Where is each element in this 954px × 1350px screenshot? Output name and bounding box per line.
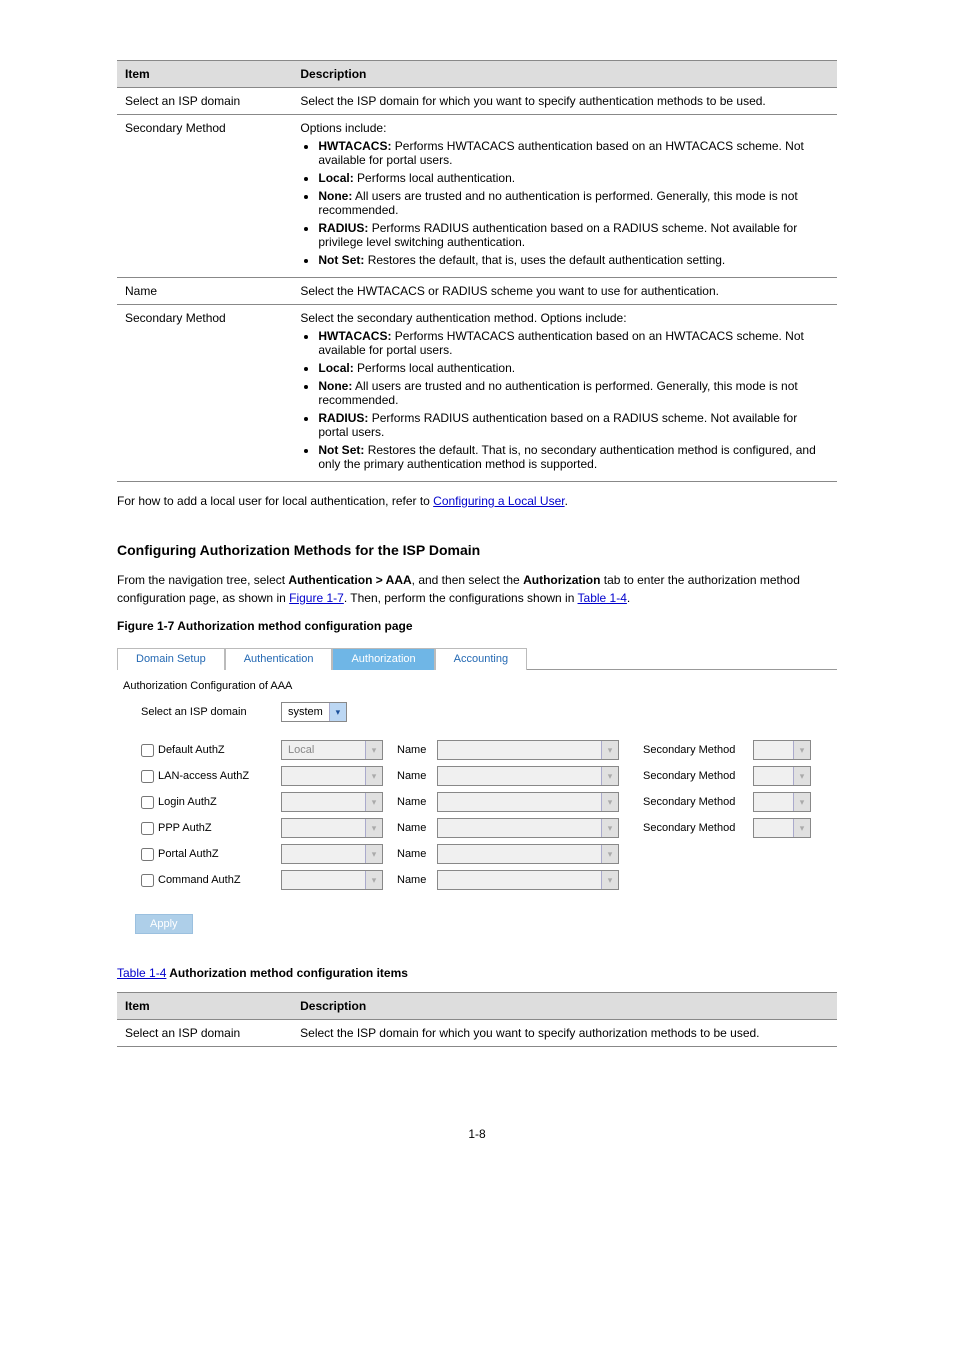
figure-caption: Figure 1-7 Authorization method configur… [117,617,837,635]
isp-domain-select[interactable]: system ▾ [281,702,347,722]
method-select[interactable]: ▾ [281,844,383,864]
authz-row: Login AuthZ ▾ Name ▾ Secondary Method ▾ [141,792,837,812]
secondary-method-select[interactable]: ▾ [753,792,811,812]
authz-row: LAN-access AuthZ ▾ Name ▾ Secondary Method ▾ [141,766,837,786]
authz-checkbox[interactable] [141,770,154,783]
authz-row: Default AuthZ Local▾ Name ▾ Secondary Method… [141,740,837,760]
tab-domain-setup[interactable]: Domain Setup [117,648,225,670]
authz-checkbox[interactable] [141,744,154,757]
section-heading-authz: Configuring Authorization Methods for th… [117,540,837,561]
cell-desc: Options include:HWTACACS: Performs HWTAC… [292,115,837,278]
secondary-method-label: Secondary Method [625,770,753,782]
name-select[interactable]: ▾ [437,766,619,786]
method-select[interactable]: Local▾ [281,740,383,760]
authorization-config-panel: Domain SetupAuthenticationAuthorizationA… [117,647,837,934]
authz-row-label: Default AuthZ [158,744,225,756]
authz-checkbox[interactable] [141,874,154,887]
page-number: 1-8 [0,1127,954,1141]
authz-grid: Default AuthZ Local▾ Name ▾ Secondary Method… [141,740,837,890]
name-select[interactable]: ▾ [437,818,619,838]
apply-button[interactable]: Apply [135,914,193,934]
chevron-down-icon: ▾ [601,767,618,785]
name-select[interactable]: ▾ [437,740,619,760]
secondary-method-select[interactable]: ▾ [753,818,811,838]
local-user-link[interactable]: Configuring a Local User [433,494,564,508]
chevron-down-icon: ▾ [365,767,382,785]
name-label: Name [389,796,437,808]
chevron-down-icon: ▾ [601,819,618,837]
method-select[interactable]: ▾ [281,870,383,890]
chevron-down-icon: ▾ [793,767,810,785]
cell-item: Select an ISP domain [117,88,292,115]
cell-item: Secondary Method [117,305,292,482]
chevron-down-icon: ▾ [365,793,382,811]
chevron-down-icon: ▾ [601,741,618,759]
cell-desc: Select the HWTACACS or RADIUS scheme you… [292,278,837,305]
authz-checkbox[interactable] [141,796,154,809]
method-select[interactable]: ▾ [281,818,383,838]
authz-row: PPP AuthZ ▾ Name ▾ Secondary Method ▾ [141,818,837,838]
table-ref-link[interactable]: Table 1-4 [578,591,627,605]
name-label: Name [389,848,437,860]
chevron-down-icon: ▾ [793,793,810,811]
chevron-down-icon: ▾ [365,845,382,863]
chevron-down-icon: ▾ [365,819,382,837]
authz-checkbox[interactable] [141,848,154,861]
authz-row-label: PPP AuthZ [158,822,212,834]
chevron-down-icon: ▾ [601,845,618,863]
th-desc: Description [292,993,837,1020]
chevron-down-icon: ▾ [329,703,346,721]
isp-domain-label: Select an ISP domain [141,706,281,718]
secondary-method-label: Secondary Method [625,796,753,808]
th-item: Item [117,993,292,1020]
name-select[interactable]: ▾ [437,792,619,812]
tab-authentication[interactable]: Authentication [225,648,333,670]
secondary-method-label: Secondary Method [625,822,753,834]
method-select[interactable]: ▾ [281,766,383,786]
th-item: Item [117,61,292,88]
name-label: Name [389,744,437,756]
authz-row-label: LAN-access AuthZ [158,770,249,782]
authz-checkbox[interactable] [141,822,154,835]
chevron-down-icon: ▾ [365,871,382,889]
cell-item: Secondary Method [117,115,292,278]
authz-row-label: Login AuthZ [158,796,217,808]
method-select[interactable]: ▾ [281,792,383,812]
name-select[interactable]: ▾ [437,870,619,890]
authz-row-label: Portal AuthZ [158,848,219,860]
authz-row: Command AuthZ ▾ Name ▾ [141,870,837,890]
tab-accounting[interactable]: Accounting [435,648,527,670]
cell-item: Select an ISP domain [117,1020,292,1047]
tab-authorization[interactable]: Authorization [332,648,434,670]
refer-text: For how to add a local user for local au… [117,494,433,508]
tab-bar: Domain SetupAuthenticationAuthorizationA… [117,647,837,670]
secondary-method-select[interactable]: ▾ [753,740,811,760]
chevron-down-icon: ▾ [365,741,382,759]
chevron-down-icon: ▾ [601,793,618,811]
name-select[interactable]: ▾ [437,844,619,864]
cell-desc: Select the ISP domain for which you want… [292,1020,837,1047]
cell-item: Name [117,278,292,305]
panel-subtitle: Authorization Configuration of AAA [123,680,837,692]
cell-desc: Select the ISP domain for which you want… [292,88,837,115]
authz-row: Portal AuthZ ▾ Name ▾ [141,844,837,864]
figure-ref-link[interactable]: Figure 1-7 [289,591,344,605]
chevron-down-icon: ▾ [601,871,618,889]
name-label: Name [389,822,437,834]
name-label: Name [389,770,437,782]
authz-config-items-table: Item Description Select an ISP domainSel… [117,992,837,1047]
chevron-down-icon: ▾ [793,741,810,759]
th-desc: Description [292,61,837,88]
table2-caption-link[interactable]: Table 1-4 [117,966,166,980]
cell-desc: Select the secondary authentication meth… [292,305,837,482]
config-items-table: Item Description Select an ISP domainSel… [117,60,837,482]
chevron-down-icon: ▾ [793,819,810,837]
secondary-method-select[interactable]: ▾ [753,766,811,786]
secondary-method-label: Secondary Method [625,744,753,756]
authz-row-label: Command AuthZ [158,874,241,886]
name-label: Name [389,874,437,886]
